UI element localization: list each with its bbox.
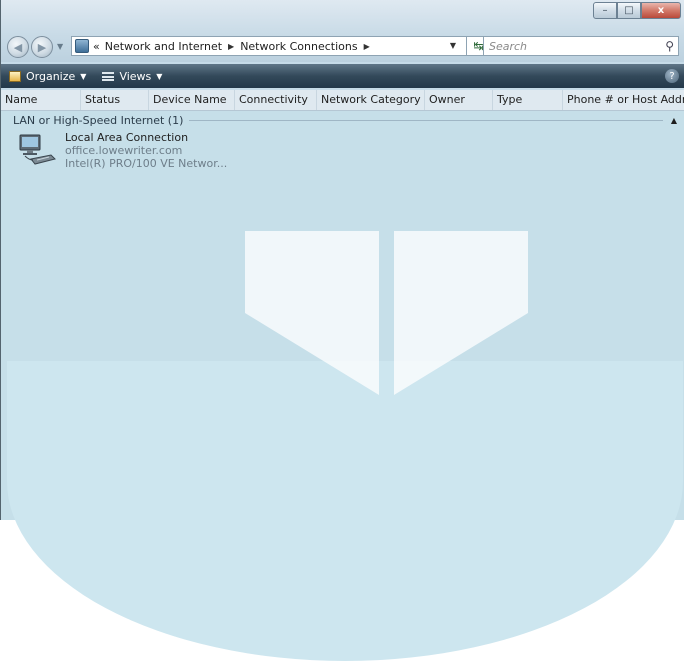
minimize-button[interactable]: – bbox=[593, 2, 617, 19]
column-header-name[interactable]: Name bbox=[1, 90, 81, 110]
organize-icon bbox=[9, 70, 21, 82]
command-toolbar: Organize ▼ Views ▼ ? bbox=[1, 64, 684, 88]
column-header-device-name[interactable]: Device Name bbox=[149, 90, 235, 110]
views-label: Views bbox=[119, 69, 152, 83]
views-icon bbox=[102, 71, 115, 81]
connection-device: Intel(R) PRO/100 VE Networ... bbox=[65, 157, 228, 170]
back-arrow-icon: ◀ bbox=[13, 40, 23, 54]
organize-label: Organize bbox=[26, 69, 76, 83]
chevron-down-icon: ▼ bbox=[156, 71, 163, 81]
column-header-type[interactable]: Type bbox=[493, 90, 563, 110]
views-button[interactable]: Views ▼ bbox=[102, 70, 162, 83]
network-connection-icon bbox=[19, 134, 56, 165]
maximize-button[interactable]: □ bbox=[617, 2, 641, 19]
search-input[interactable]: Search bbox=[489, 40, 527, 53]
forward-button[interactable]: ▶ bbox=[31, 36, 53, 58]
watermark-shape bbox=[7, 361, 683, 661]
forward-arrow-icon: ▶ bbox=[37, 40, 47, 54]
collapse-group-icon[interactable]: ▲ bbox=[671, 116, 677, 125]
breadcrumb-network-connections[interactable]: Network Connections bbox=[240, 40, 357, 53]
chevron-down-icon: ▼ bbox=[80, 71, 87, 81]
help-button[interactable]: ? bbox=[665, 69, 679, 83]
window-chrome: – □ x ◀ ▶ ▼ « Network and Internet ▶ Net… bbox=[1, 0, 684, 62]
organize-button[interactable]: Organize ▼ bbox=[9, 70, 86, 83]
network-folder-icon bbox=[75, 39, 89, 53]
column-headers: Name Status Device Name Connectivity Net… bbox=[1, 90, 684, 111]
column-header-phone-host[interactable]: Phone # or Host Addre... bbox=[563, 90, 684, 110]
address-overflow[interactable]: « bbox=[93, 40, 100, 53]
close-button[interactable]: x bbox=[641, 2, 681, 19]
group-divider bbox=[189, 119, 663, 121]
breadcrumb-network-and-internet[interactable]: Network and Internet bbox=[105, 40, 222, 53]
search-box[interactable]: Search ⚲ bbox=[483, 36, 679, 56]
file-list: LAN or High-Speed Internet (1) ▲ Local A… bbox=[1, 111, 684, 661]
column-header-status[interactable]: Status bbox=[81, 90, 149, 110]
recent-pages-dropdown[interactable]: ▼ bbox=[57, 42, 63, 51]
address-bar[interactable]: « Network and Internet ▶ Network Connect… bbox=[71, 36, 491, 56]
breadcrumb-arrow-icon[interactable]: ▶ bbox=[364, 42, 370, 51]
connection-name: Local Area Connection bbox=[65, 131, 189, 144]
connection-network: office.lowewriter.com bbox=[65, 144, 183, 157]
back-button[interactable]: ◀ bbox=[7, 36, 29, 58]
column-header-network-category[interactable]: Network Category bbox=[317, 90, 425, 110]
column-header-connectivity[interactable]: Connectivity bbox=[235, 90, 317, 110]
breadcrumb-arrow-icon[interactable]: ▶ bbox=[228, 42, 234, 51]
group-header[interactable]: LAN or High-Speed Internet (1) ▲ bbox=[13, 113, 677, 127]
column-header-owner[interactable]: Owner bbox=[425, 90, 493, 110]
explorer-window: – □ x ◀ ▶ ▼ « Network and Internet ▶ Net… bbox=[0, 0, 684, 661]
address-dropdown-icon[interactable]: ▼ bbox=[450, 41, 456, 50]
caption-buttons: – □ x bbox=[593, 2, 681, 20]
group-title: LAN or High-Speed Internet (1) bbox=[13, 113, 184, 127]
address-row: ◀ ▶ ▼ « Network and Internet ▶ Network C… bbox=[7, 34, 679, 60]
search-icon[interactable]: ⚲ bbox=[665, 39, 674, 53]
list-item[interactable]: Local Area Connection office.lowewriter.… bbox=[17, 131, 247, 177]
